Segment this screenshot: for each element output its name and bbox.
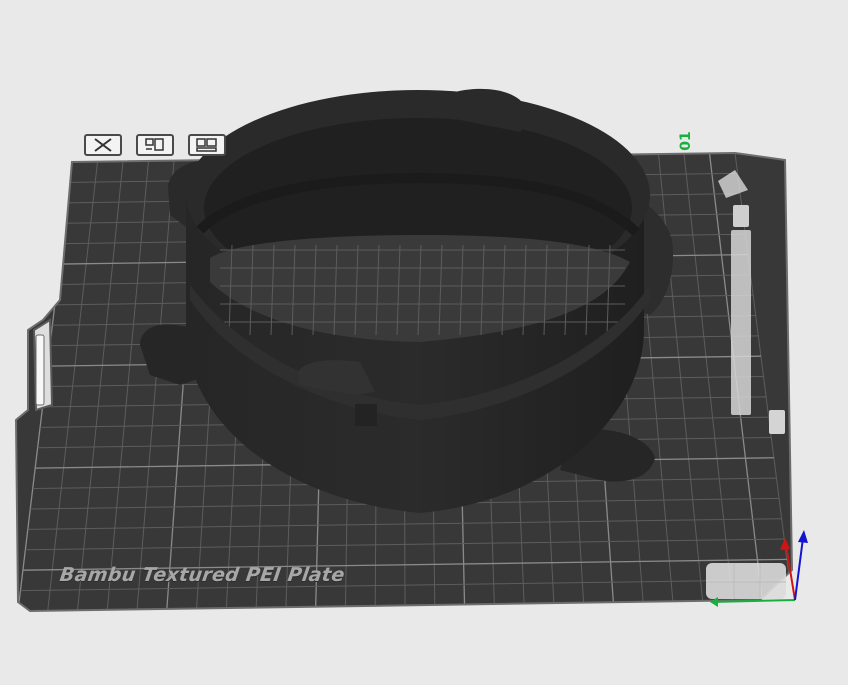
- orient-plate-button[interactable]: [188, 134, 226, 156]
- 3d-viewport[interactable]: 01 Bambu Textured PEI Plate: [0, 0, 848, 685]
- plate-corner-label: [706, 563, 786, 599]
- plate-number: 01: [678, 131, 694, 151]
- arrange-plate-button[interactable]: [136, 134, 174, 156]
- plate-toolbar: [84, 134, 226, 156]
- plate-handle: [32, 318, 54, 412]
- delete-plate-icon: [94, 138, 112, 152]
- delete-plate-button[interactable]: [84, 134, 122, 156]
- arrange-plate-icon: [145, 138, 164, 151]
- orient-plate-icon: [196, 138, 217, 152]
- plate-name-label: Bambu Textured PEI Plate: [58, 564, 347, 586]
